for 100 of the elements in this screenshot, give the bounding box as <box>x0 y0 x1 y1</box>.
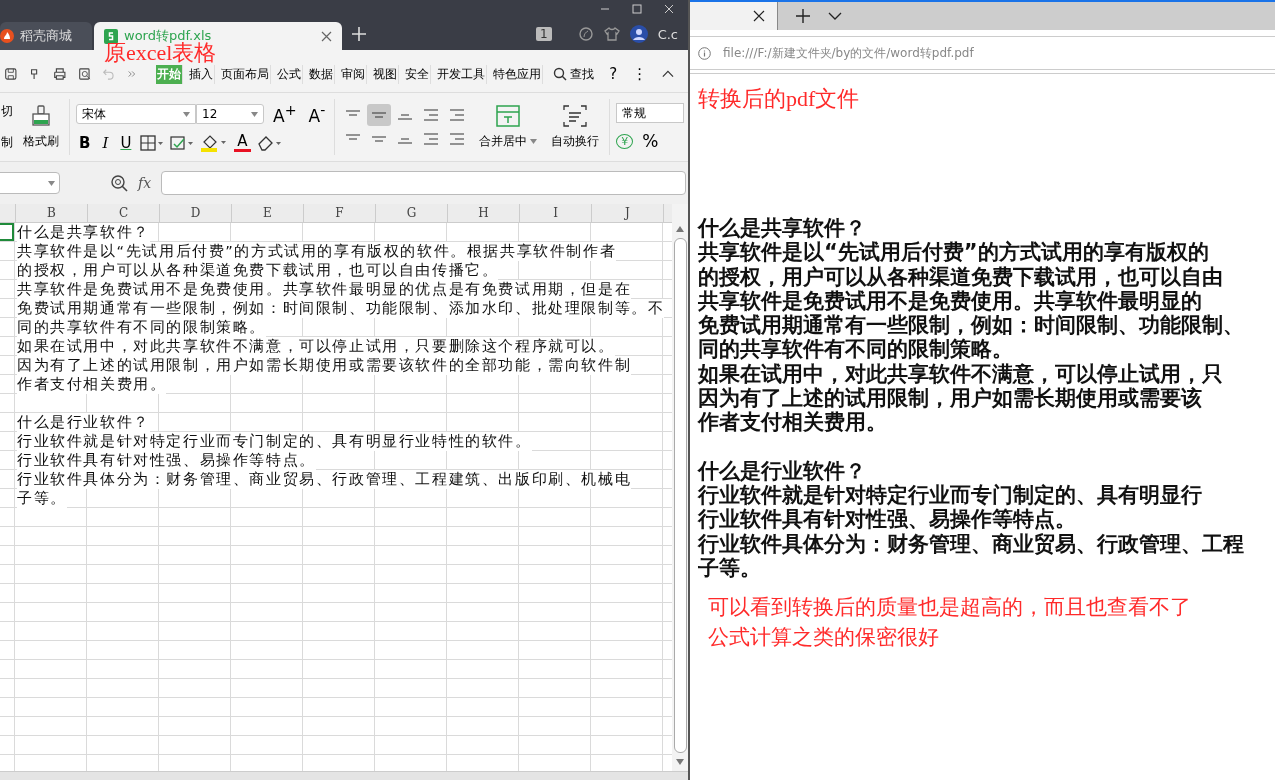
cell-text: 免费试用期通常有一些限制，例如：时间限制、功能限制、添加水印、批处理限制等。不 <box>17 299 665 318</box>
maximize-icon[interactable] <box>632 4 642 14</box>
percent-button[interactable]: % <box>639 131 662 151</box>
function-button[interactable]: fx <box>138 175 152 191</box>
annotation-text: 可以看到转换后的质量也是超高的，而且也查看不了 <box>708 594 1192 622</box>
ribbon-tab[interactable]: 视图 <box>372 64 400 84</box>
merge-center-button[interactable]: 合并居中 <box>475 102 542 152</box>
number-format-field[interactable]: 常规 <box>616 103 685 123</box>
scroll-up-icon[interactable] <box>676 226 684 232</box>
cut-label[interactable]: 切 <box>1 103 13 120</box>
cell-text: 作者支付相关费用。 <box>17 375 167 394</box>
dropdown-icon <box>48 180 55 186</box>
increase-font-button[interactable]: A$^{+}$ <box>270 102 300 126</box>
ribbon-tab[interactable]: 特色应用 <box>492 64 544 84</box>
ribbon-tab[interactable]: 页面布局 <box>220 64 272 84</box>
column-header[interactable]: C <box>88 204 160 222</box>
underline-button[interactable]: U <box>117 133 135 152</box>
column-header[interactable]: G <box>376 204 448 222</box>
document-tab[interactable]: 稻壳商城 <box>0 22 92 50</box>
scroll-down-icon[interactable] <box>676 759 684 765</box>
pdf-text-line: 共享软件是以“先试用后付费”的方式试用的享有版权的 <box>698 240 1209 265</box>
font-name-field[interactable]: 宋体 <box>76 104 196 124</box>
avatar-icon[interactable] <box>629 25 648 43</box>
more-icon[interactable] <box>126 68 138 80</box>
pdf-text-line: 行业软件具体分为：财务管理、商业贸易、行政管理、工程 <box>698 531 1244 556</box>
ribbon-tab[interactable]: 安全 <box>404 64 432 84</box>
column-header[interactable]: D <box>160 204 232 222</box>
spreadsheet-icon <box>104 28 118 44</box>
pdf-text-line: 作者支付相关费用。 <box>698 410 887 435</box>
cell-text: 同的共享软件有不同的限制策略。 <box>17 318 266 337</box>
vertical-scrollbar[interactable] <box>672 204 688 771</box>
brush-icon <box>30 104 52 127</box>
ribbon-tab[interactable]: 开发工具 <box>436 64 488 84</box>
print-icon[interactable] <box>53 66 67 82</box>
eraser-icon[interactable] <box>256 134 283 151</box>
address-field[interactable]: file:///F:/新建文件夹/by的文件/word转pdf.pdf <box>723 44 974 62</box>
cell-text: 行业软件具有针对性强、易操作等特点。 <box>17 451 316 470</box>
ribbon-tab[interactable]: 数据 <box>308 64 336 84</box>
alignment-icon[interactable] <box>367 104 392 126</box>
dropdown-icon <box>183 111 190 117</box>
save-icon[interactable] <box>4 66 18 82</box>
dropdown-icon <box>530 138 538 144</box>
pdf-text-line: 同的共享软件有不同的限制策略。 <box>698 337 1013 362</box>
chevron-down-icon[interactable] <box>828 12 842 20</box>
font-color-button[interactable]: A <box>234 133 251 152</box>
pdf-text-line: 什么是行业软件？ <box>698 458 866 483</box>
wrap-text-icon <box>563 104 588 127</box>
decrease-font-button[interactable]: A$^{-}$ <box>305 102 329 126</box>
plus-icon[interactable] <box>796 9 810 23</box>
cell-text: 因为有了上述的试用限制，用户如需长期使用或需要该软件的全部功能，需向软件制 <box>17 356 632 375</box>
copy-label[interactable]: 制 <box>1 134 13 151</box>
column-header[interactable]: J <box>592 204 664 222</box>
cell-text: 什么是行业软件？ <box>17 413 150 432</box>
wrap-text-button[interactable]: 自动换行 <box>547 102 604 152</box>
column-header[interactable]: I <box>520 204 592 222</box>
pdf-text-line: 行业软件就是针对特定行业而专门制定的、具有明显行 <box>698 482 1202 507</box>
column-header[interactable]: H <box>448 204 520 222</box>
pdf-text-line: 共享软件是免费试用不是免费使用。共享软件最明显的 <box>698 288 1202 313</box>
borders-icon[interactable] <box>140 134 165 151</box>
close-icon[interactable] <box>753 10 765 22</box>
collapse-icon[interactable] <box>662 69 674 79</box>
help-button[interactable]: ? <box>609 65 618 83</box>
column-header[interactable]: B <box>16 204 88 222</box>
format-painter-button[interactable]: 格式刷 <box>19 102 63 152</box>
ribbon-tab[interactable]: 审阅 <box>340 64 368 84</box>
cell-text: 的授权，用户可以从各种渠道免费下载试用，也可以自由传播它。 <box>17 261 499 280</box>
cell-text: 行业软件就是针对特定行业而专门制定的、具有明显行业特性的软件。 <box>17 432 532 451</box>
pdf-text-line: 的授权，用户可以从各种渠道免费下载试用，也可以自由 <box>698 264 1223 289</box>
account-name[interactable]: C.c <box>657 26 678 42</box>
pdf-text-line: 免费试用期通常有一些限制，例如：时间限制、功能限制、 <box>698 313 1244 338</box>
zoom-icon[interactable] <box>110 174 128 192</box>
tab-count-badge[interactable]: 1 <box>536 27 552 41</box>
ribbon-tab[interactable]: 插入 <box>188 64 216 84</box>
merge-cells-icon <box>496 104 521 127</box>
info-icon[interactable] <box>698 46 711 60</box>
merge-center-label: 合并居中 <box>479 132 528 150</box>
cell-text: 子等。 <box>17 489 67 508</box>
pdf-text-line: 子等。 <box>698 555 761 580</box>
formula-field[interactable] <box>161 171 686 195</box>
cell-text: 如果在试用中，对此共享软件不满意，可以停止试用，只要删除这个程序就可以。 <box>17 337 615 356</box>
column-header[interactable]: F <box>304 204 376 222</box>
fill-color-icon[interactable] <box>200 133 229 152</box>
dropdown-icon <box>251 111 258 117</box>
column-header[interactable]: E <box>232 204 304 222</box>
font-size-field[interactable]: 12 <box>196 104 264 124</box>
cell-text: 共享软件是以“先试用后付费”的方式试用的享有版权的软件。根据共享软件制作者 <box>17 242 617 261</box>
cell-text: 共享软件是免费试用不是免费使用。共享软件最明显的优点是有免费试用期，但是在 <box>17 280 632 299</box>
search-icon <box>553 67 568 81</box>
print-preview-icon[interactable] <box>77 66 92 82</box>
italic-button[interactable]: I <box>99 133 112 152</box>
pdf-text-line: 如果在试用中，对此共享软件不满意，可以停止试用，只 <box>698 361 1223 386</box>
pdf-text-line: 什么是共享软件？ <box>698 216 866 240</box>
find-button[interactable]: 查找 <box>553 65 595 83</box>
shirt-icon[interactable] <box>603 26 620 42</box>
ribbon-tab[interactable]: 公式 <box>276 64 304 84</box>
bold-button[interactable]: B <box>76 133 94 152</box>
annotation-text: 公式计算之类的保密很好 <box>708 624 940 652</box>
cell-text: 行业软件具体分为：财务管理、商业贸易、行政管理、工程建筑、出版印刷、机械电 <box>17 470 632 489</box>
cell-style-icon[interactable] <box>170 134 195 151</box>
more-button[interactable]: ⋮ <box>632 65 648 83</box>
